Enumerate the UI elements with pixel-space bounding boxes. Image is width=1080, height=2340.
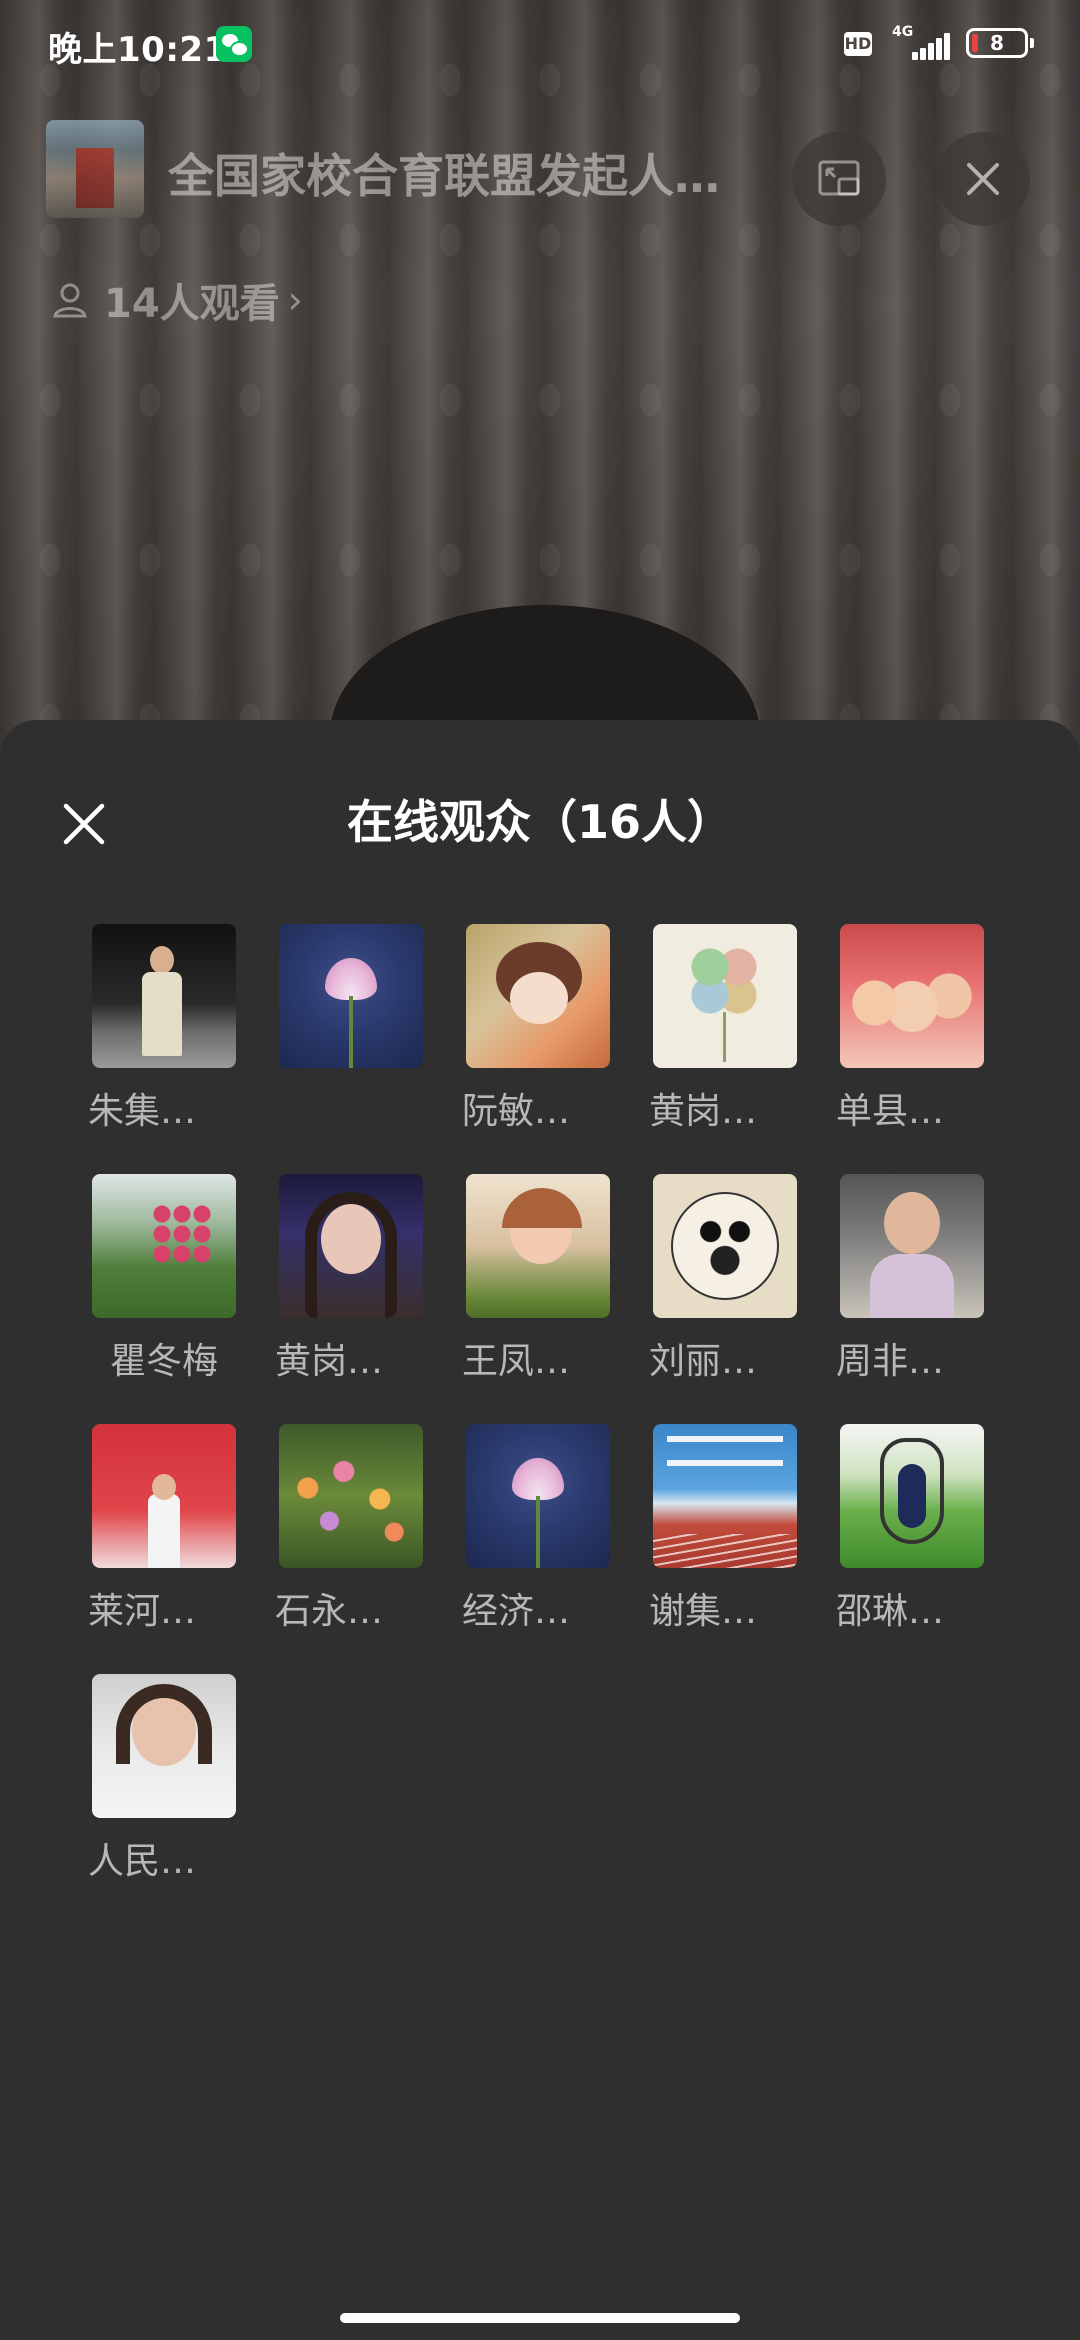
person-icon	[53, 283, 87, 318]
sheet-title: 在线观众（16人）	[346, 795, 733, 849]
viewer-item[interactable]: 瞿冬梅	[92, 1174, 236, 1384]
viewer-name: 朱集…	[88, 1091, 197, 1132]
viewer-name: 刘丽…	[649, 1341, 758, 1382]
room-title[interactable]: 全国家校合育联盟发起人…	[168, 140, 780, 206]
viewer-avatar[interactable]	[840, 1174, 984, 1318]
viewer-item[interactable]: 朱集…	[88, 924, 236, 1134]
viewer-avatar[interactable]	[279, 1174, 423, 1318]
close-icon	[967, 163, 999, 195]
status-bar: 晚上10:21 HD 4G 8	[0, 0, 1080, 92]
viewer-item[interactable]: 黄岗…	[649, 924, 797, 1134]
signal-icon	[896, 32, 950, 60]
viewer-name: 单县…	[836, 1091, 945, 1132]
viewer-name: 经济…	[462, 1591, 571, 1632]
viewer-name: 人民…	[88, 1841, 197, 1882]
viewer-avatar[interactable]	[840, 1424, 984, 1568]
viewer-grid: 朱集… 阮敏… 黄岗… 单县… 瞿冬梅 黄岗… 王凤… 刘丽… 周非… 莱河… 石永… 经济… 谢集… 邵…	[88, 924, 1018, 1884]
viewer-item[interactable]: 王凤…	[462, 1174, 610, 1384]
viewer-item[interactable]: 谢集…	[649, 1424, 797, 1634]
viewer-name: 黄岗…	[649, 1091, 758, 1132]
viewer-item[interactable]: 周非…	[836, 1174, 984, 1384]
viewer-name: 莱河…	[88, 1591, 197, 1632]
hd-icon: HD	[844, 32, 872, 56]
viewer-item[interactable]: 莱河…	[88, 1424, 236, 1634]
viewers-count-link[interactable]: 14人观看 ›	[50, 270, 303, 330]
viewer-item[interactable]	[279, 924, 423, 1134]
status-time: 晚上10:21	[48, 30, 228, 70]
viewer-item[interactable]: 人民…	[88, 1674, 236, 1884]
viewer-item[interactable]: 单县…	[836, 924, 984, 1134]
battery-icon: 8	[966, 28, 1034, 58]
viewers-count-text: 14人观看	[104, 281, 280, 327]
viewer-name: 谢集…	[649, 1591, 758, 1632]
viewer-item[interactable]: 刘丽…	[649, 1174, 797, 1384]
viewer-item[interactable]: 石永…	[275, 1424, 423, 1634]
viewer-name: 周非…	[836, 1341, 945, 1382]
viewer-name: 黄岗…	[275, 1341, 384, 1382]
viewer-name: 石永…	[275, 1591, 384, 1632]
room-avatar[interactable]	[46, 120, 144, 218]
viewer-avatar[interactable]	[92, 1174, 236, 1318]
battery-level-text: 8	[990, 31, 1004, 55]
pip-button[interactable]	[792, 132, 886, 226]
home-indicator[interactable]	[340, 2313, 740, 2323]
viewer-avatar[interactable]	[466, 1424, 610, 1568]
viewer-name: 邵琳…	[836, 1591, 945, 1632]
viewer-item[interactable]: 阮敏…	[462, 924, 610, 1134]
viewer-avatar[interactable]	[92, 924, 236, 1068]
viewer-avatar[interactable]	[92, 1674, 236, 1818]
viewer-item[interactable]: 经济…	[462, 1424, 610, 1634]
viewer-avatar[interactable]	[279, 924, 423, 1068]
viewer-avatar[interactable]	[466, 924, 610, 1068]
viewer-name: 王凤…	[462, 1341, 571, 1382]
close-live-button[interactable]	[936, 132, 1030, 226]
viewer-name: 阮敏…	[462, 1091, 571, 1132]
pip-icon	[818, 160, 860, 196]
viewer-avatar[interactable]	[653, 924, 797, 1068]
viewer-item[interactable]: 黄岗…	[275, 1174, 423, 1384]
viewer-avatar[interactable]	[466, 1174, 610, 1318]
online-viewers-sheet: 在线观众（16人） 朱集… 阮敏… 黄岗… 单县… 瞿冬梅 黄岗… 王凤… 刘丽… 周非… 莱河……	[0, 720, 1080, 2340]
wechat-icon	[216, 26, 252, 62]
viewer-name: 瞿冬梅	[109, 1341, 218, 1382]
viewer-avatar[interactable]	[279, 1424, 423, 1568]
live-video-background	[0, 0, 1080, 865]
viewer-avatar[interactable]	[653, 1174, 797, 1318]
chevron-right-icon: ›	[287, 278, 303, 322]
viewer-avatar[interactable]	[92, 1424, 236, 1568]
viewer-avatar[interactable]	[840, 924, 984, 1068]
viewer-avatar[interactable]	[653, 1424, 797, 1568]
viewer-item[interactable]: 邵琳…	[836, 1424, 984, 1634]
